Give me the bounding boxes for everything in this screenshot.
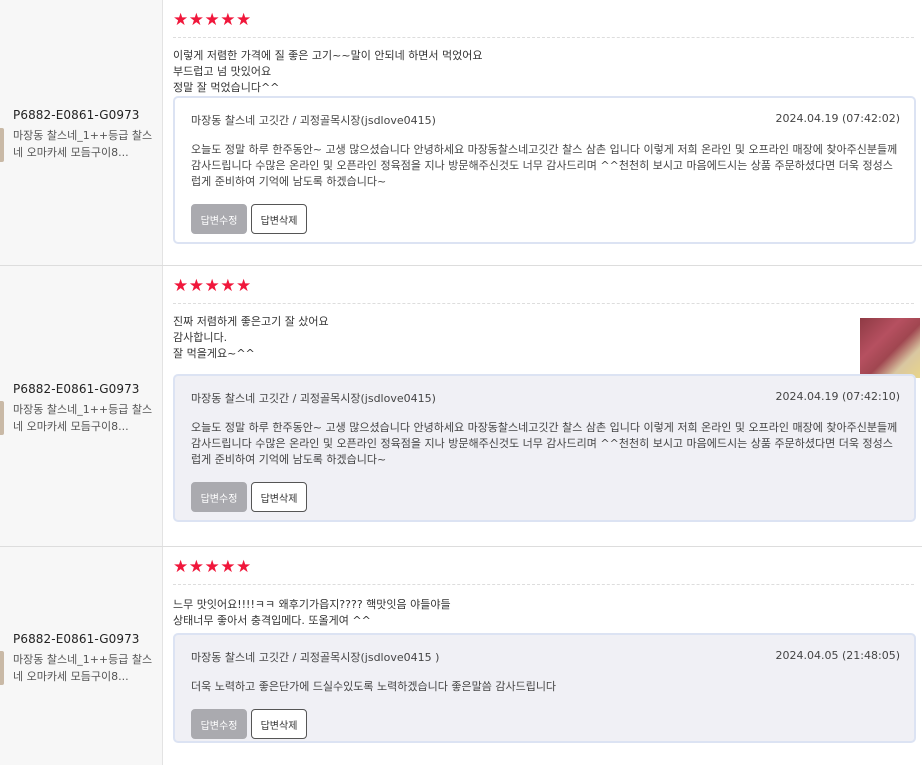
reply-header: 마장동 찰스네 고깃간 / 괴정골목시장(jsdlove0415) 2024.0… xyxy=(191,390,900,406)
review-list: P6882-E0861-G0973 마장동 찰스네_1++등급 찰스네 오마카세… xyxy=(0,0,922,765)
reply-author: 마장동 찰스네 고깃간 / 괴정골목시장(jsdlove0415) xyxy=(191,114,436,127)
delete-reply-button[interactable]: 답변삭제 xyxy=(251,709,307,739)
star-rating: ★★★★★ xyxy=(173,276,252,296)
product-thumbnail[interactable] xyxy=(0,401,4,435)
reply-date: 2024.04.19 (07:42:02) xyxy=(775,112,900,125)
review-cell: ★★★★★ 느무 맛잇어요!!!!ㅋㅋ 왜후기가읍지???? 핵맛잇음 야들야들… xyxy=(163,547,922,765)
product-code: P6882-E0861-G0973 xyxy=(13,631,140,646)
review-text: 느무 맛잇어요!!!!ㅋㅋ 왜후기가읍지???? 핵맛잇음 야들야들 상태너무 … xyxy=(173,598,451,627)
review-text: 이렇게 저렴한 가격에 질 좋은 고기~~말이 안되네 하면서 먹었어요 부드럽… xyxy=(173,49,483,94)
product-info: P6882-E0861-G0973 마장동 찰스네_1++등급 찰스네 오마카세… xyxy=(0,632,161,685)
product-info: P6882-E0861-G0973 마장동 찰스네_1++등급 찰스네 오마카세… xyxy=(0,108,161,161)
reply-actions: 답변수정 답변삭제 xyxy=(191,204,900,234)
product-name[interactable]: 마장동 찰스네_1++등급 찰스네 오마카세 모듬구이8... xyxy=(13,127,155,161)
review-row: P6882-E0861-G0973 마장동 찰스네_1++등급 찰스네 오마카세… xyxy=(0,0,922,266)
review-cell: ★★★★★ 진짜 저렴하게 좋은고기 잘 샀어요 감사합니다. 잘 먹을게요~^… xyxy=(163,266,922,546)
edit-reply-button[interactable]: 답변수정 xyxy=(191,482,247,512)
reply-actions: 답변수정 답변삭제 xyxy=(191,482,900,512)
product-code: P6882-E0861-G0973 xyxy=(13,108,140,122)
reply-body: 더욱 노력하고 좋은단가에 드실수있도록 노력하겠습니다 좋은말씀 감사드립니다 xyxy=(191,680,557,693)
reply-actions: 답변수정 답변삭제 xyxy=(191,709,900,739)
reply-author: 마장동 찰스네 고깃간 / 괴정골목시장(jsdlove0415 ) xyxy=(191,651,440,664)
reply-date: 2024.04.05 (21:48:05) xyxy=(775,649,900,662)
star-rating: ★★★★★ xyxy=(173,10,252,30)
edit-reply-button[interactable]: 답변수정 xyxy=(191,204,247,234)
reply-box: 마장동 찰스네 고깃간 / 괴정골목시장(jsdlove0415) 2024.0… xyxy=(173,96,916,244)
product-info: P6882-E0861-G0973 마장동 찰스네_1++등급 찰스네 오마카세… xyxy=(0,382,161,435)
product-cell: P6882-E0861-G0973 마장동 찰스네_1++등급 찰스네 오마카세… xyxy=(0,266,163,546)
reply-date: 2024.04.19 (07:42:10) xyxy=(775,390,900,403)
product-thumbnail[interactable] xyxy=(0,127,4,162)
reply-body: 오늘도 정말 하루 한주동안~ 고생 많으셨습니다 안녕하세요 마장동찰스네고깃… xyxy=(191,421,898,466)
product-name[interactable]: 마장동 찰스네_1++등급 찰스네 오마카세 모듬구이8... xyxy=(13,651,155,685)
reply-body: 오늘도 정말 하루 한주동안~ 고생 많으셨습니다 안녕하세요 마장동찰스네고깃… xyxy=(191,143,898,188)
review-cell: ★★★★★ 이렇게 저렴한 가격에 질 좋은 고기~~말이 안되네 하면서 먹었… xyxy=(163,0,922,265)
review-row: P6882-E0861-G0973 마장동 찰스네_1++등급 찰스네 오마카세… xyxy=(0,547,922,765)
product-name[interactable]: 마장동 찰스네_1++등급 찰스네 오마카세 모듬구이8... xyxy=(13,401,155,435)
review-row: P6882-E0861-G0973 마장동 찰스네_1++등급 찰스네 오마카세… xyxy=(0,266,922,547)
delete-reply-button[interactable]: 답변삭제 xyxy=(251,204,307,234)
product-cell: P6882-E0861-G0973 마장동 찰스네_1++등급 찰스네 오마카세… xyxy=(0,547,163,765)
reply-author: 마장동 찰스네 고깃간 / 괴정골목시장(jsdlove0415) xyxy=(191,392,436,405)
review-text: 진짜 저렴하게 좋은고기 잘 샀어요 감사합니다. 잘 먹을게요~^^ xyxy=(173,315,329,360)
reply-header: 마장동 찰스네 고깃간 / 괴정골목시장(jsdlove0415 ) 2024.… xyxy=(191,649,900,665)
reply-header: 마장동 찰스네 고깃간 / 괴정골목시장(jsdlove0415) 2024.0… xyxy=(191,112,900,128)
edit-reply-button[interactable]: 답변수정 xyxy=(191,709,247,739)
review-photo[interactable] xyxy=(860,318,920,378)
delete-reply-button[interactable]: 답변삭제 xyxy=(251,482,307,512)
product-cell: P6882-E0861-G0973 마장동 찰스네_1++등급 찰스네 오마카세… xyxy=(0,0,163,265)
product-thumbnail[interactable] xyxy=(0,651,4,685)
product-code: P6882-E0861-G0973 xyxy=(13,381,140,396)
reply-box: 마장동 찰스네 고깃간 / 괴정골목시장(jsdlove0415 ) 2024.… xyxy=(173,633,916,743)
reply-box: 마장동 찰스네 고깃간 / 괴정골목시장(jsdlove0415) 2024.0… xyxy=(173,374,916,522)
star-rating: ★★★★★ xyxy=(173,557,252,577)
